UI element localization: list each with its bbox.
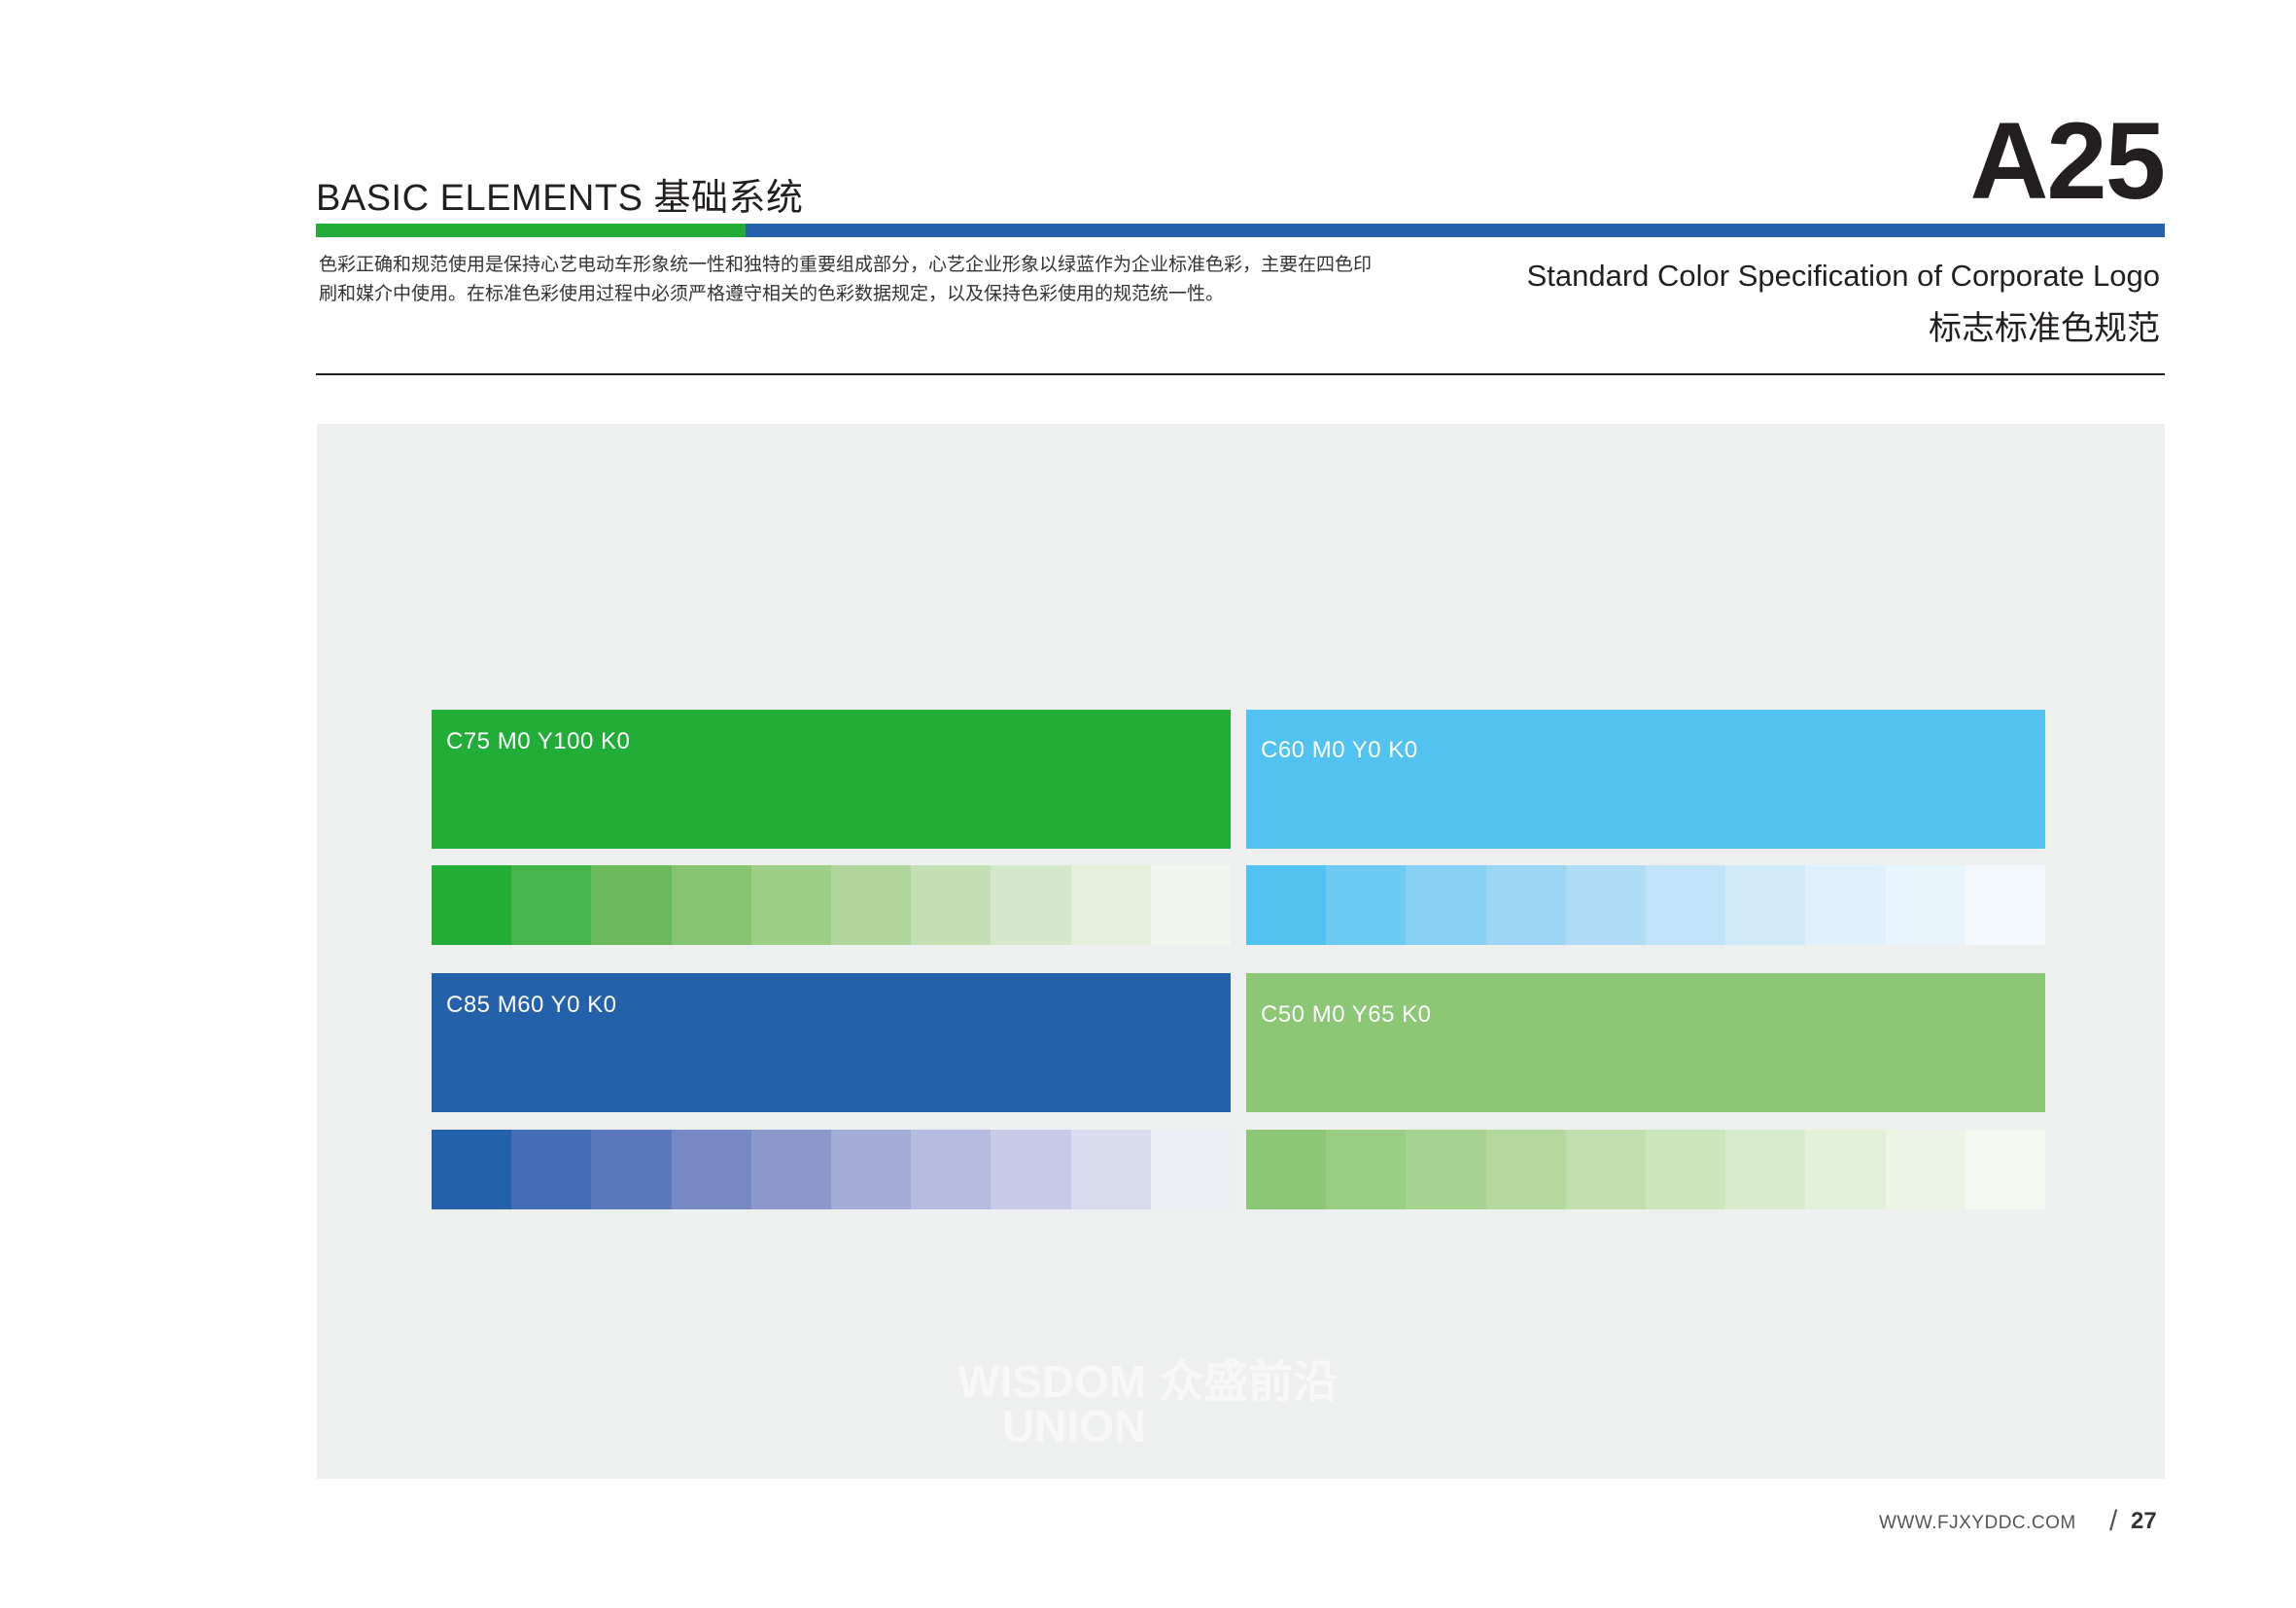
tint-chip-5	[750, 1130, 832, 1209]
tint-chip-6	[1646, 1130, 1726, 1209]
footer-separator: /	[2109, 1505, 2118, 1537]
tint-chip-9	[1070, 865, 1151, 945]
tint-chip-3	[1406, 865, 1486, 945]
tint-chip-4	[1485, 865, 1566, 945]
tint-chip-8	[991, 865, 1071, 945]
tint-chip-8	[1805, 1130, 1886, 1209]
header-rule-green	[316, 224, 746, 237]
tint-chip-2	[511, 865, 592, 945]
tint-chip-3	[591, 1130, 672, 1209]
tint-chip-6	[1646, 865, 1726, 945]
tint-row-blue	[432, 1130, 1232, 1209]
tint-chip-10	[1965, 1130, 2046, 1209]
tint-chip-1	[432, 865, 512, 945]
tint-row-green	[432, 865, 1232, 945]
header-rule-blue	[746, 224, 2165, 237]
tint-chip-4	[671, 1130, 751, 1209]
tint-chip-2	[511, 1130, 592, 1209]
tint-chip-1	[1246, 865, 1327, 945]
page-title-cn: 标志标准色规范	[1929, 310, 2160, 347]
tint-chip-7	[1725, 1130, 1806, 1209]
tint-chip-6	[831, 1130, 912, 1209]
swatch-cyan: C60 M0 Y0 K0	[1246, 710, 2045, 849]
header-divider	[316, 373, 2165, 375]
tint-chip-9	[1885, 1130, 1966, 1209]
tint-chip-7	[911, 865, 991, 945]
description: 色彩正确和规范使用是保持心艺电动车形象统一性和独特的重要组成部分，心艺企业形象以…	[319, 251, 1417, 309]
tint-chip-2	[1326, 1130, 1407, 1209]
description-line-1: 色彩正确和规范使用是保持心艺电动车形象统一性和独特的重要组成部分，心艺企业形象以…	[319, 255, 1373, 275]
tint-chip-7	[1725, 865, 1806, 945]
swatch-label: C85 M60 Y0 K0	[446, 992, 617, 1018]
tint-chip-4	[1485, 1130, 1566, 1209]
swatch-light-green: C50 M0 Y65 K0	[1246, 973, 2045, 1112]
tint-chip-8	[991, 1130, 1071, 1209]
section-title: BASIC ELEMENTS 基础系统	[316, 178, 804, 219]
swatch-label: C60 M0 Y0 K0	[1261, 737, 1418, 763]
tint-chip-3	[1406, 1130, 1486, 1209]
swatch-label: C75 M0 Y100 K0	[446, 728, 631, 754]
tint-chip-6	[831, 865, 912, 945]
swatch-label: C50 M0 Y65 K0	[1261, 1001, 1432, 1028]
page-code: A25	[1969, 100, 2166, 222]
tint-chip-9	[1885, 865, 1966, 945]
watermark: WISDOM 众盛前沿 UNION	[957, 1359, 1338, 1449]
page-title-en: Standard Color Specification of Corporat…	[1526, 259, 2160, 293]
page-number: 27	[2131, 1508, 2157, 1534]
tint-chip-10	[1965, 865, 2046, 945]
tint-chip-7	[911, 1130, 991, 1209]
tint-chip-2	[1326, 865, 1407, 945]
tint-chip-10	[1150, 1130, 1232, 1209]
description-line-2: 刷和媒介中使用。在标准色彩使用过程中必须严格遵守相关的色彩数据规定，以及保持色彩…	[319, 284, 1225, 304]
tint-chip-4	[671, 865, 751, 945]
footer-website: WWW.FJXYDDC.COM	[1879, 1513, 2076, 1533]
tint-chip-3	[591, 865, 672, 945]
tint-chip-1	[1246, 1130, 1327, 1209]
tint-row-light-green	[1246, 1130, 2046, 1209]
tint-chip-5	[1565, 865, 1647, 945]
tint-chip-9	[1070, 1130, 1151, 1209]
swatch-blue: C85 M60 Y0 K0	[432, 973, 1231, 1112]
tint-chip-10	[1150, 865, 1232, 945]
tint-chip-5	[1565, 1130, 1647, 1209]
swatch-green: C75 M0 Y100 K0	[432, 710, 1231, 849]
tint-chip-8	[1805, 865, 1886, 945]
tint-row-cyan	[1246, 865, 2046, 945]
color-panel: C75 M0 Y100 K0 C60 M0 Y0 K0 C85 M60 Y0 K…	[317, 424, 2165, 1479]
watermark-line-1: WISDOM 众盛前沿	[957, 1356, 1338, 1407]
watermark-line-2: UNION	[1002, 1401, 1147, 1451]
tint-chip-5	[750, 865, 832, 945]
tint-chip-1	[432, 1130, 512, 1209]
